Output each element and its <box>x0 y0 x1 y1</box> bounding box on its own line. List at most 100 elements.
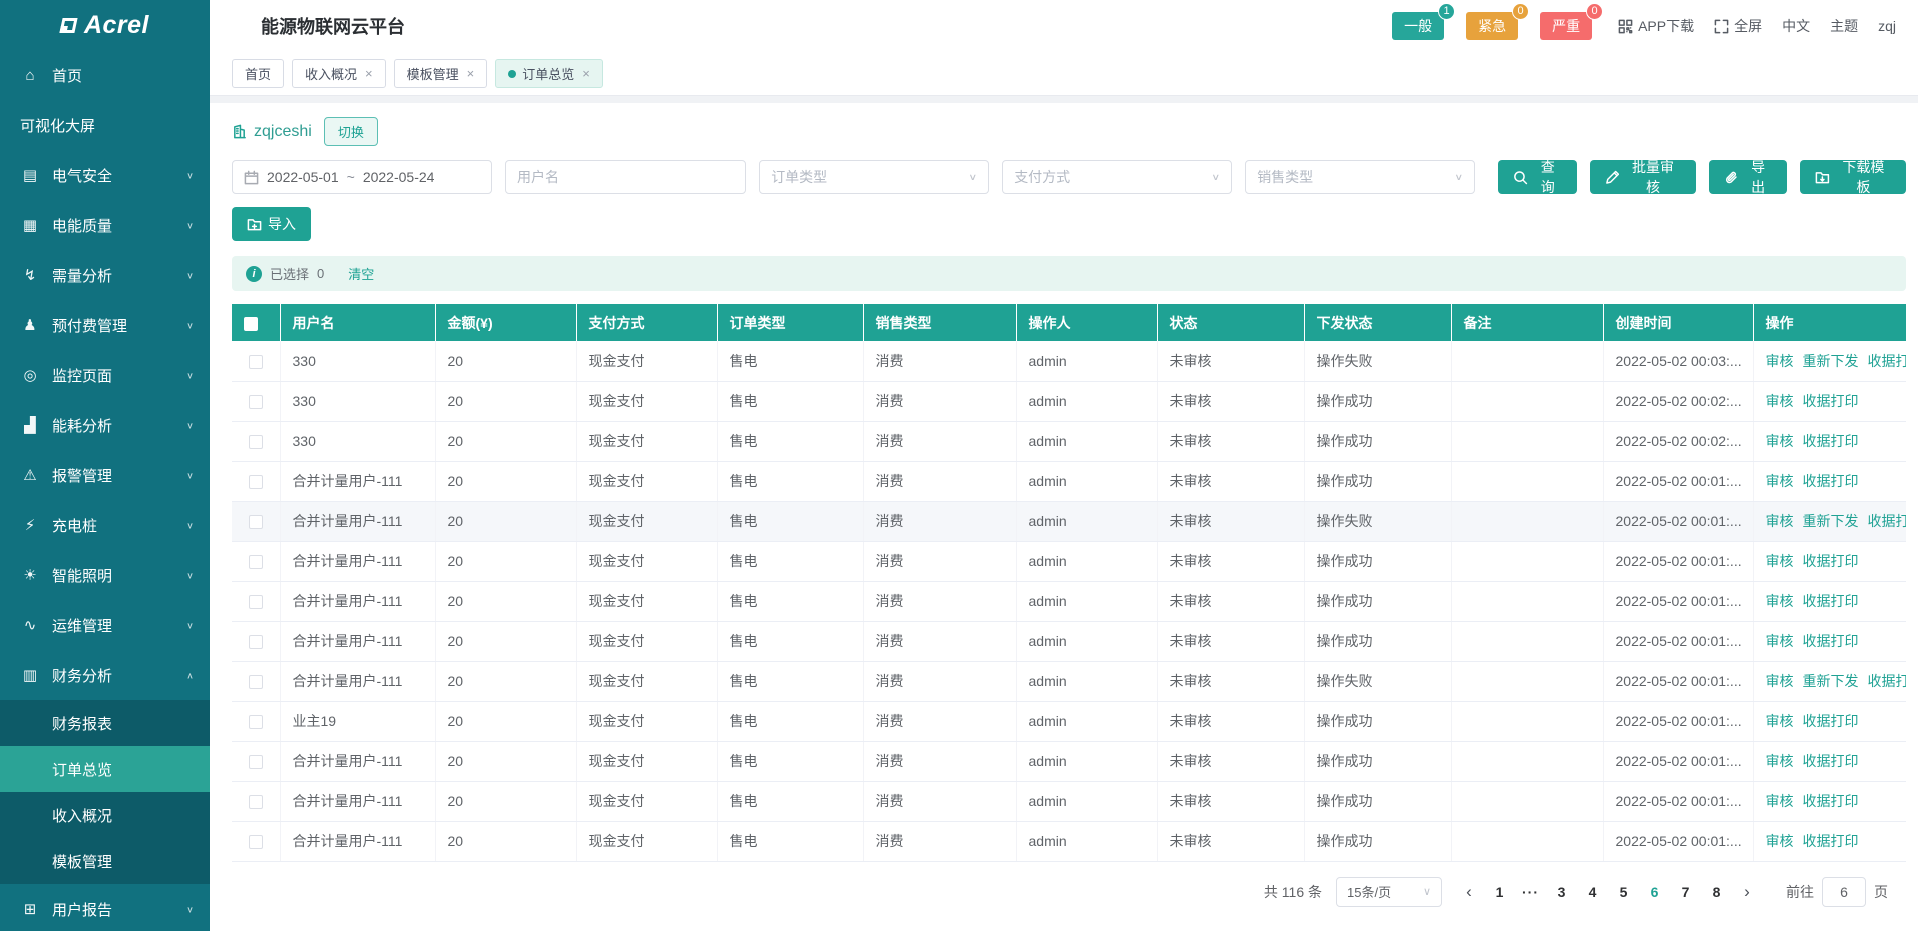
sidebar-item-energy-analysis[interactable]: ▟ 能耗分析 ∨ <box>0 400 210 450</box>
clear-selection-link[interactable]: 清空 <box>348 264 374 283</box>
action-link[interactable]: 审核 <box>1766 593 1794 609</box>
action-link[interactable]: 审核 <box>1766 553 1794 569</box>
sidebar-subitem-income-overview[interactable]: 收入概况 <box>0 792 210 838</box>
row-checkbox[interactable] <box>249 395 263 409</box>
action-link[interactable]: 收据打印 <box>1803 473 1859 489</box>
action-link[interactable]: 收据打印 <box>1803 553 1859 569</box>
action-link[interactable]: 收据打印 <box>1803 753 1859 769</box>
action-link[interactable]: 审核 <box>1766 353 1794 369</box>
sidebar-subitem-template-management[interactable]: 模板管理 <box>0 838 210 884</box>
action-link[interactable]: 审核 <box>1766 433 1794 449</box>
sidebar-item-power-quality[interactable]: ▦ 电能质量 ∨ <box>0 200 210 250</box>
sidebar-item-alarm-management[interactable]: ⚠ 报警管理 ∨ <box>0 450 210 500</box>
goto-page-input[interactable] <box>1822 877 1866 907</box>
action-link[interactable]: 收据打印 <box>1803 433 1859 449</box>
tab-close-icon[interactable]: × <box>467 66 475 81</box>
action-link[interactable]: 收据打印 <box>1803 793 1859 809</box>
user-menu[interactable]: zqj <box>1878 18 1896 34</box>
select-all-checkbox[interactable] <box>244 317 258 331</box>
action-link[interactable]: 收据打印 <box>1803 593 1859 609</box>
action-link[interactable]: 收据打印 <box>1868 353 1907 369</box>
action-link[interactable]: 审核 <box>1766 633 1794 649</box>
tab-close-icon[interactable]: × <box>582 66 590 81</box>
page-5[interactable]: 5 <box>1610 878 1637 906</box>
row-checkbox[interactable] <box>249 555 263 569</box>
payment-method-select[interactable]: 支付方式 ∨ <box>1002 160 1232 194</box>
row-checkbox[interactable] <box>249 635 263 649</box>
batch-audit-button[interactable]: 批量审核 <box>1590 160 1696 194</box>
sidebar-item-smart-lighting[interactable]: ☀ 智能照明 ∨ <box>0 550 210 600</box>
sidebar-item-demand-analysis[interactable]: ↯ 需量分析 ∨ <box>0 250 210 300</box>
tab-close-icon[interactable]: × <box>365 66 373 81</box>
row-checkbox[interactable] <box>249 795 263 809</box>
badge-urgent[interactable]: 紧急 0 <box>1466 12 1518 40</box>
page-4[interactable]: 4 <box>1579 878 1606 906</box>
tab-order-overview[interactable]: 订单总览 × <box>495 59 603 88</box>
action-link[interactable]: 审核 <box>1766 673 1794 689</box>
badge-critical[interactable]: 严重 0 <box>1540 12 1592 40</box>
page-7[interactable]: 7 <box>1672 878 1699 906</box>
username-input[interactable] <box>517 169 734 185</box>
fullscreen-button[interactable]: 全屏 <box>1714 16 1762 36</box>
action-link[interactable]: 审核 <box>1766 713 1794 729</box>
action-link[interactable]: 重新下发 <box>1803 353 1859 369</box>
row-checkbox[interactable] <box>249 715 263 729</box>
sidebar-item-electrical-safety[interactable]: ▤ 电气安全 ∨ <box>0 150 210 200</box>
page-8[interactable]: 8 <box>1703 878 1730 906</box>
action-link[interactable]: 收据打印 <box>1803 633 1859 649</box>
sidebar-item-financial-analysis[interactable]: ▥ 财务分析 ∧ <box>0 650 210 700</box>
export-button[interactable]: 导出 <box>1709 160 1787 194</box>
sidebar-item-home[interactable]: ⌂ 首页 <box>0 50 210 100</box>
row-checkbox[interactable] <box>249 355 263 369</box>
action-link[interactable]: 审核 <box>1766 393 1794 409</box>
tab-income-overview[interactable]: 收入概况 × <box>292 59 386 88</box>
action-link[interactable]: 收据打印 <box>1868 673 1907 689</box>
row-checkbox[interactable] <box>249 515 263 529</box>
action-link[interactable]: 收据打印 <box>1803 713 1859 729</box>
badge-general[interactable]: 一般 1 <box>1392 12 1444 40</box>
row-checkbox[interactable] <box>249 835 263 849</box>
tab-template-management[interactable]: 模板管理 × <box>394 59 488 88</box>
action-link[interactable]: 收据打印 <box>1803 833 1859 849</box>
import-button[interactable]: 导入 <box>232 207 311 241</box>
page-3[interactable]: 3 <box>1548 878 1575 906</box>
page-1[interactable]: 1 <box>1486 878 1513 906</box>
row-checkbox[interactable] <box>249 595 263 609</box>
action-link[interactable]: 收据打印 <box>1868 513 1907 529</box>
page-size-select[interactable]: 15条/页 ∨ <box>1336 877 1442 907</box>
sidebar-item-charging-pile[interactable]: ⚡ 充电桩 ∨ <box>0 500 210 550</box>
action-link[interactable]: 审核 <box>1766 473 1794 489</box>
action-link[interactable]: 重新下发 <box>1803 673 1859 689</box>
order-type-select[interactable]: 订单类型 ∨ <box>759 160 989 194</box>
action-link[interactable]: 重新下发 <box>1803 513 1859 529</box>
switch-project-button[interactable]: 切换 <box>324 117 378 146</box>
sidebar-item-ops-management[interactable]: ∿ 运维管理 ∨ <box>0 600 210 650</box>
sidebar-item-prepaid-management[interactable]: ♟ 预付费管理 ∨ <box>0 300 210 350</box>
theme-switch[interactable]: 主题 <box>1830 16 1858 36</box>
tab-home[interactable]: 首页 <box>232 59 284 88</box>
sidebar-item-user-report[interactable]: ⊞ 用户报告 ∨ <box>0 884 210 931</box>
page-6[interactable]: 6 <box>1641 878 1668 906</box>
prev-page-button[interactable]: ‹ <box>1456 882 1482 902</box>
sidebar-item-monitoring-page[interactable]: ◎ 监控页面 ∨ <box>0 350 210 400</box>
row-checkbox[interactable] <box>249 435 263 449</box>
sidebar-subitem-order-overview[interactable]: 订单总览 <box>0 746 210 792</box>
search-button[interactable]: 查询 <box>1498 160 1576 194</box>
sidebar-item-visual-screen[interactable]: 可视化大屏 <box>0 100 210 150</box>
action-link[interactable]: 审核 <box>1766 833 1794 849</box>
action-link[interactable]: 审核 <box>1766 793 1794 809</box>
sidebar-subitem-financial-report[interactable]: 财务报表 <box>0 700 210 746</box>
row-checkbox[interactable] <box>249 675 263 689</box>
next-page-button[interactable]: › <box>1734 882 1760 902</box>
language-switch[interactable]: 中文 <box>1782 16 1810 36</box>
action-link[interactable]: 审核 <box>1766 513 1794 529</box>
row-checkbox[interactable] <box>249 755 263 769</box>
download-template-button[interactable]: 下载模板 <box>1800 160 1906 194</box>
date-range-picker[interactable]: 2022-05-01 ~ 2022-05-24 <box>232 160 492 194</box>
row-checkbox[interactable] <box>249 475 263 489</box>
sidebar-fold-icon[interactable] <box>232 19 247 34</box>
action-link[interactable]: 审核 <box>1766 753 1794 769</box>
app-download-link[interactable]: APP下载 <box>1618 16 1694 36</box>
action-link[interactable]: 收据打印 <box>1803 393 1859 409</box>
sale-type-select[interactable]: 销售类型 ∨ <box>1245 160 1475 194</box>
